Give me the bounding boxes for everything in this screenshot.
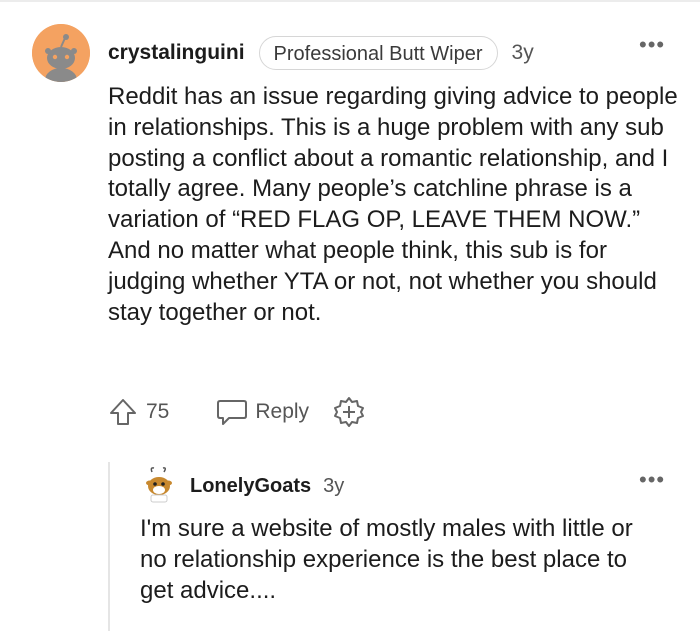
user-flair: Professional Butt Wiper xyxy=(258,36,498,70)
snoo-avatar-icon xyxy=(32,24,90,82)
reply-icon xyxy=(217,400,248,425)
upvote-button[interactable] xyxy=(108,397,138,427)
reply-avatar[interactable] xyxy=(140,466,178,504)
top-divider xyxy=(0,0,700,2)
more-options-icon[interactable]: ••• xyxy=(639,469,665,491)
vote-score: 75 xyxy=(146,400,170,423)
reply-age: 3y xyxy=(323,474,345,497)
thread-line[interactable] xyxy=(108,462,110,631)
goat-avatar-icon xyxy=(146,467,172,503)
more-options-icon[interactable]: ••• xyxy=(639,34,665,56)
comment-age: 3y xyxy=(511,41,534,64)
reply-header: LonelyGoats 3y xyxy=(190,472,344,500)
reply-username[interactable]: LonelyGoats xyxy=(190,475,311,498)
comment-actions: 75 Reply xyxy=(108,396,365,428)
comment-body: Reddit has an issue regarding giving adv… xyxy=(108,83,678,326)
user-avatar[interactable] xyxy=(32,24,90,82)
award-button[interactable] xyxy=(333,396,365,428)
comment-username[interactable]: crystalinguini xyxy=(108,41,245,65)
award-icon xyxy=(334,397,365,427)
reply-body: I'm sure a website of mostly males with … xyxy=(140,515,633,604)
comment-header: crystalinguini Professional Butt Wiper 3… xyxy=(108,36,534,70)
reply-button[interactable]: Reply xyxy=(215,397,309,427)
upvote-icon xyxy=(110,399,136,425)
reply-label: Reply xyxy=(255,400,310,423)
